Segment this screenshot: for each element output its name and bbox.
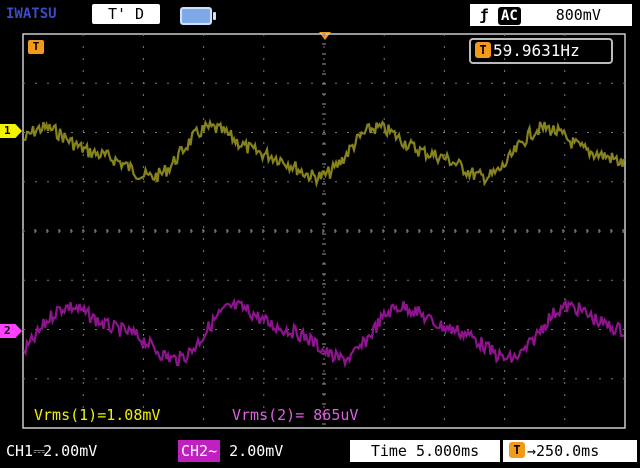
ch2-label: CH2 (181, 442, 209, 460)
dc-coupling-icon: ⎓ (33, 442, 45, 460)
ch2-scale-value: 2.00mV (229, 442, 284, 460)
ch1-vrms-measurement: Vrms(1)=1.08mV (34, 406, 161, 424)
delay-value: →250.0ms (527, 442, 600, 460)
ch1-label: CH1 (6, 442, 34, 460)
ch1-scale-readout[interactable]: CH1⎓2.00mV (6, 440, 97, 462)
graticule (22, 33, 626, 429)
time-label: Time (370, 442, 407, 460)
ch2-scale-readout[interactable]: CH2~ 2.00mV (178, 440, 283, 462)
ac-coupling-icon: ~ (208, 442, 218, 460)
ch1-scale-value: 2.00mV (43, 442, 98, 460)
grid-lines (22, 33, 625, 428)
trigger-delay-readout[interactable]: T →250.0ms (503, 440, 637, 462)
timebase-readout[interactable]: Time 5.000ms (350, 440, 500, 462)
ch2-vrms-measurement: Vrms(2)= 865uV (232, 406, 359, 424)
time-value: 5.000ms (415, 442, 480, 460)
oscilloscope-screen: IWATSU T' D ƒ AC 800mV T T 59.9631Hz 1 2 Vr… (0, 0, 640, 468)
delay-trigger-icon: T (509, 442, 525, 458)
